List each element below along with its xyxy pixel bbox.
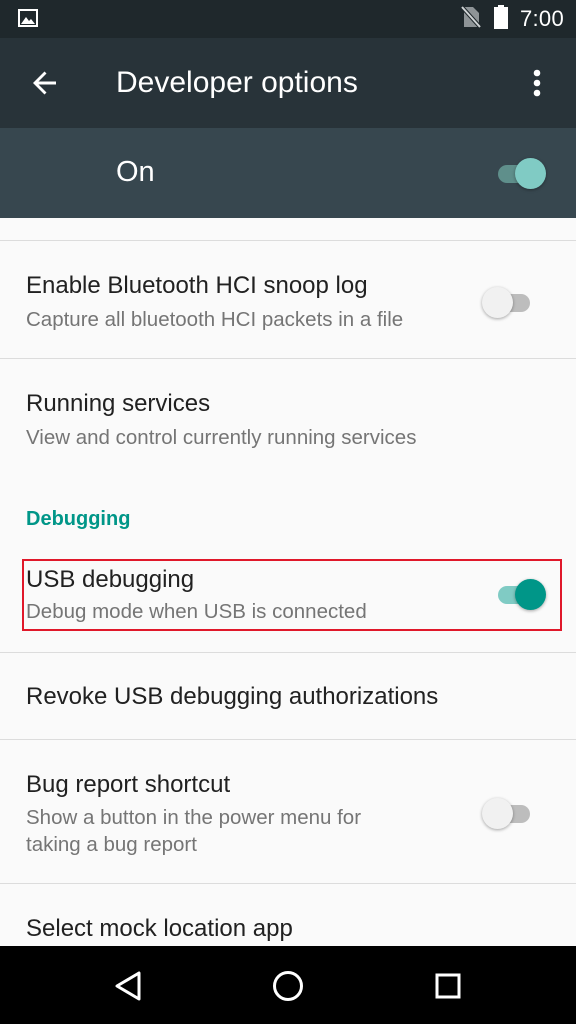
setting-summary: Capture all bluetooth HCI packets in a f…	[26, 308, 404, 331]
battery-icon	[493, 4, 508, 34]
switch-thumb	[515, 158, 546, 189]
page-title: Developer options	[116, 66, 358, 99]
status-bar: 7:00	[0, 0, 576, 38]
setting-summary: View and control currently running servi…	[26, 426, 417, 449]
bt-snoop-switch[interactable]	[482, 284, 534, 318]
master-switch-bar[interactable]: On	[0, 128, 576, 218]
back-triangle-icon[interactable]	[106, 964, 150, 1008]
setting-title: Select mock location app	[26, 915, 293, 942]
setting-title: Running services	[26, 390, 211, 417]
divider	[0, 883, 576, 884]
no-sim-icon	[460, 5, 482, 34]
setting-title: Bug report shortcut	[26, 771, 231, 798]
home-circle-icon[interactable]	[266, 964, 310, 1008]
section-header-debugging: Debugging	[26, 508, 131, 530]
divider	[0, 652, 576, 653]
switch-thumb	[482, 287, 513, 318]
switch-thumb	[482, 798, 513, 829]
clock: 7:00	[519, 6, 564, 31]
highlight-box	[22, 559, 562, 631]
bug-report-switch[interactable]	[482, 795, 534, 829]
master-switch[interactable]	[494, 155, 546, 189]
setting-summary-line-2: taking a bug report	[26, 833, 197, 856]
setting-title: Enable Bluetooth HCI snoop log	[26, 272, 368, 299]
setting-title: Revoke USB debugging authorizations	[26, 683, 439, 710]
more-vert-icon[interactable]	[516, 62, 558, 104]
divider	[0, 240, 576, 241]
gallery-icon	[18, 9, 38, 27]
app-bar: Developer options	[0, 38, 576, 128]
settings-list[interactable]: Enable Bluetooth HCI snoop log Capture a…	[0, 218, 576, 946]
master-switch-label: On	[116, 156, 155, 188]
setting-summary-line-1: Show a button in the power menu for	[26, 806, 362, 829]
arrow-back-icon[interactable]	[24, 62, 66, 104]
recents-square-icon[interactable]	[426, 964, 470, 1008]
nav-bar	[0, 946, 576, 1024]
divider	[0, 358, 576, 359]
divider	[0, 739, 576, 740]
